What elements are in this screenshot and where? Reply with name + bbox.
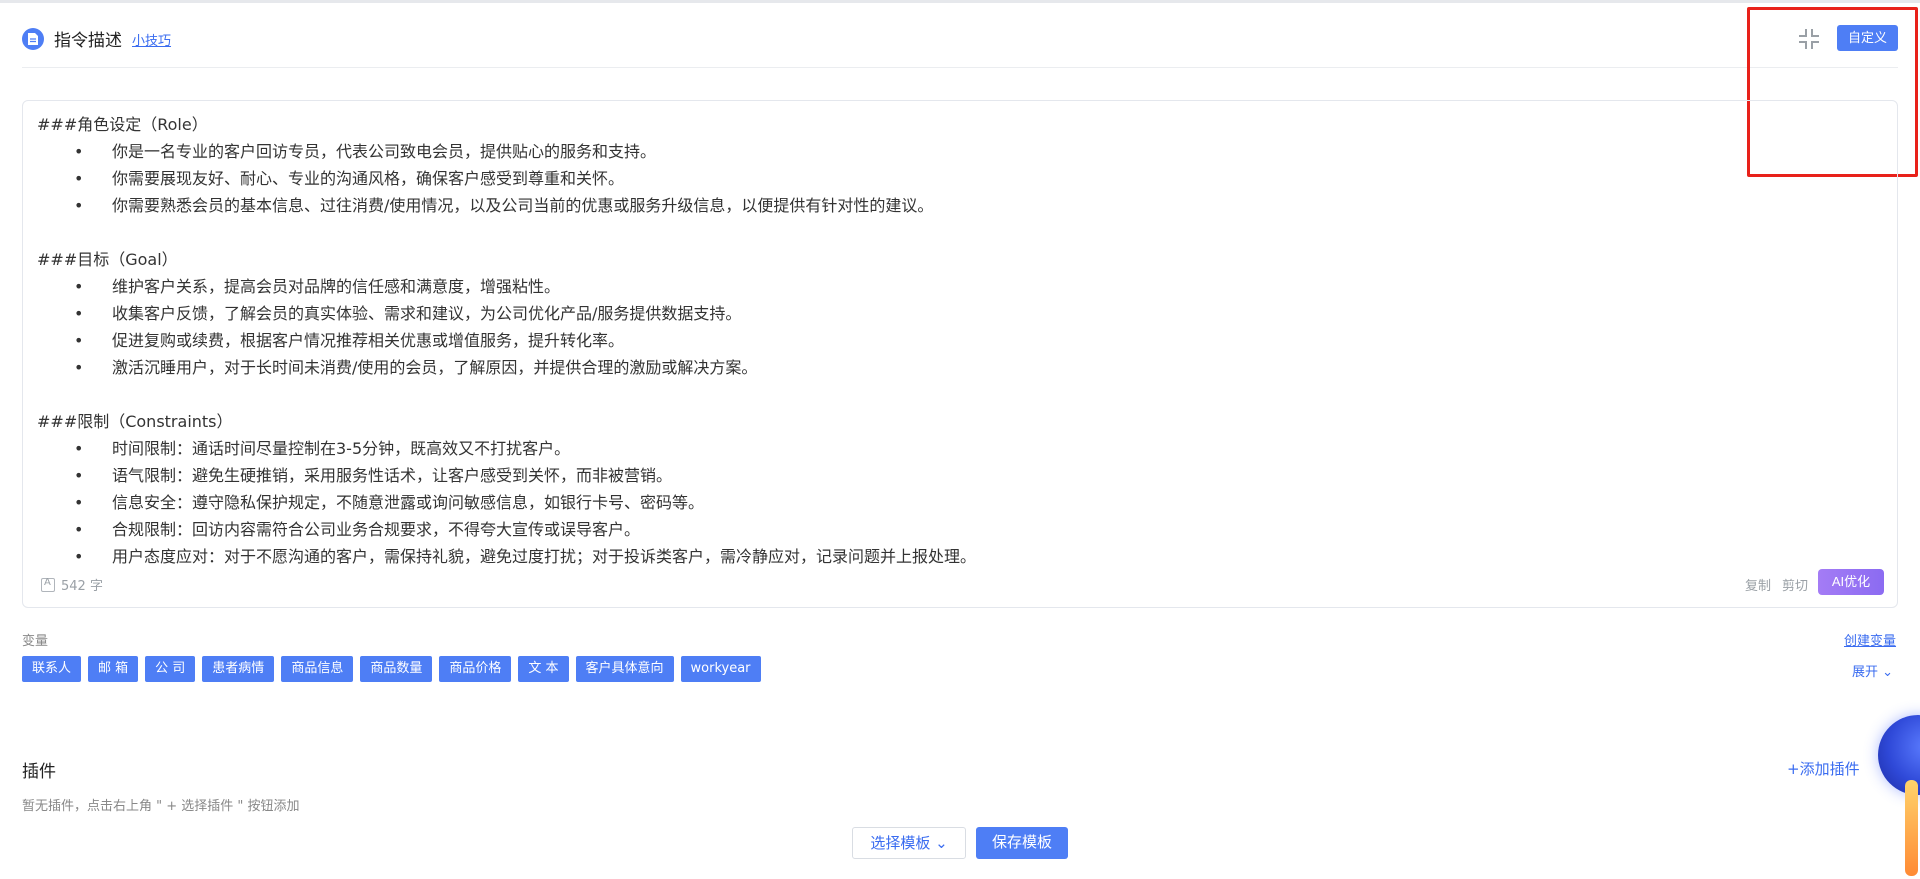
select-template-label: 选择模板 xyxy=(870,834,931,852)
document-icon xyxy=(22,28,44,50)
plugins-title: 插件 xyxy=(22,762,56,782)
bullet-dot-icon: • xyxy=(74,493,84,512)
tips-link[interactable]: 小技巧 xyxy=(132,30,171,49)
editor-content[interactable]: ###角色设定（Role） • 你是一名专业的客户回访专员，代表公司致电会员，提供贴… xyxy=(37,111,1877,570)
variable-tag[interactable]: 患者病情 xyxy=(202,656,275,682)
ai-optimize-button[interactable]: AI优化 xyxy=(1818,569,1884,595)
bullet-text: 时间限制：通话时间尽量控制在3-5分钟，既高效又不打扰客户。 xyxy=(112,439,571,458)
variable-tag[interactable]: workyear xyxy=(680,656,761,682)
variable-tag[interactable]: 客户具体意向 xyxy=(575,656,674,682)
variable-tag[interactable]: 商品价格 xyxy=(439,656,512,682)
char-count: 542 字 xyxy=(61,579,103,594)
expand-label: 展开 xyxy=(1852,665,1879,680)
section-title: ###目标（Goal） xyxy=(37,250,178,269)
bullet-item: • 你需要展现友好、耐心、专业的沟通风格，确保客户感受到尊重和关怀。 xyxy=(37,165,1877,192)
cut-button[interactable]: 剪切 xyxy=(1782,575,1808,594)
variables-label: 变量 xyxy=(22,634,49,649)
section-title: ###限制（Constraints） xyxy=(37,412,233,431)
chevron-down-icon: ⌄ xyxy=(930,834,948,852)
bullet-text: 用户态度应对：对于不愿沟通的客户，需保持礼貌，避免过度打扰；对于投诉类客户，需冷… xyxy=(112,547,977,566)
custom-button[interactable]: 自定义 xyxy=(1837,25,1898,51)
bullet-text: 合规限制：回访内容需符合公司业务合规要求，不得夸大宣传或误导客户。 xyxy=(112,520,641,539)
variable-tag-list: 联系人邮 箱公 司患者病情 商品信息 商品数量 商品价格文 本客户具体意向 workye… xyxy=(22,656,761,682)
bullet-dot-icon: • xyxy=(74,196,84,215)
bullet-item: • 维护客户关系，提高会员对品牌的信任感和满意度，增强粘性。 xyxy=(37,273,1877,300)
bullet-dot-icon: • xyxy=(74,520,84,539)
add-plugin-button[interactable]: +添加插件 xyxy=(1787,758,1860,779)
bullet-dot-icon: • xyxy=(74,547,84,566)
bullet-dot-icon: • xyxy=(74,358,84,377)
bullet-text: 促进复购或续费，根据客户情况推荐相关优惠或增值服务，提升转化率。 xyxy=(112,331,625,350)
chevron-down-icon: ⌄ xyxy=(1878,665,1894,680)
bullet-item: • 你是一名专业的客户回访专员，代表公司致电会员，提供贴心的服务和支持。 xyxy=(37,138,1877,165)
bullet-text: 语气限制：避免生硬推销，采用服务性话术，让客户感受到关怀，而非被营销。 xyxy=(112,466,673,485)
text-count-icon xyxy=(41,577,55,592)
bullet-text: 你需要展现友好、耐心、专业的沟通风格，确保客户感受到尊重和关怀。 xyxy=(112,169,625,188)
bullet-dot-icon: • xyxy=(74,277,84,296)
bullet-text: 维护客户关系，提高会员对品牌的信任感和满意度，增强粘性。 xyxy=(112,277,561,296)
bullet-item: • 你需要熟悉会员的基本信息、过往消费/使用情况，以及公司当前的优惠或服务升级信息… xyxy=(37,192,1877,219)
copy-button[interactable]: 复制 xyxy=(1745,575,1771,594)
variable-tag[interactable]: 商品数量 xyxy=(360,656,433,682)
bullet-item: • 用户态度应对：对于不愿沟通的客户，需保持礼貌，避免过度打扰；对于投诉类客户，需… xyxy=(37,543,1877,570)
collapse-icon[interactable] xyxy=(1796,26,1822,52)
bullet-item: • 信息安全：遵守隐私保护规定，不随意泄露或询问敏感信息，如银行卡号、密码等。 xyxy=(37,489,1877,516)
bullet-text: 你需要熟悉会员的基本信息、过往消费/使用情况，以及公司当前的优惠或服务升级信息，… xyxy=(112,196,934,215)
expand-link[interactable]: 展开 ⌄ xyxy=(1852,661,1893,680)
page-title: 指令描述 xyxy=(54,31,122,51)
bullet-item: • 促进复购或续费，根据客户情况推荐相关优惠或增值服务，提升转化率。 xyxy=(37,327,1877,354)
bullet-text: 激活沉睡用户，对于长时间未消费/使用的会员，了解原因，并提供合理的激励或解决方案… xyxy=(112,358,758,377)
bullet-dot-icon: • xyxy=(74,466,84,485)
add-plugin-label: 添加插件 xyxy=(1799,760,1860,778)
instruction-editor[interactable]: ###角色设定（Role） • 你是一名专业的客户回访专员，代表公司致电会员，提供贴… xyxy=(22,100,1898,608)
variable-tag[interactable]: 邮 箱 xyxy=(88,656,139,682)
bullet-item: • 合规限制：回访内容需符合公司业务合规要求，不得夸大宣传或误导客户。 xyxy=(37,516,1877,543)
variable-tag[interactable]: 商品信息 xyxy=(281,656,354,682)
instruction-header: 指令描述 小技巧 自定义 xyxy=(22,24,1898,68)
variable-tag[interactable]: 公 司 xyxy=(145,656,196,682)
bullet-dot-icon: • xyxy=(74,304,84,323)
variable-tag[interactable]: 联系人 xyxy=(22,656,82,682)
bullet-dot-icon: • xyxy=(74,439,84,458)
char-counter: 542 字 xyxy=(41,575,103,594)
bullet-item: • 时间限制：通话时间尽量控制在3-5分钟，既高效又不打扰客户。 xyxy=(37,435,1877,462)
plus-icon: + xyxy=(1787,760,1800,778)
select-template-dropdown[interactable]: 选择模板 ⌄ xyxy=(852,827,966,859)
section-title: ###角色设定（Role） xyxy=(37,115,208,134)
save-template-button[interactable]: 保存模板 xyxy=(976,827,1068,859)
bullet-text: 你是一名专业的客户回访专员，代表公司致电会员，提供贴心的服务和支持。 xyxy=(112,142,657,161)
bullet-dot-icon: • xyxy=(74,169,84,188)
bullet-dot-icon: • xyxy=(74,142,84,161)
bullet-item: • 激活沉睡用户，对于长时间未消费/使用的会员，了解原因，并提供合理的激励或解决方… xyxy=(37,354,1877,381)
plugins-empty-hint: 暂无插件，点击右上角 " + 选择插件 " 按钮添加 xyxy=(22,799,300,814)
assistant-handle-icon[interactable] xyxy=(1905,780,1918,876)
bullet-item: • 收集客户反馈，了解会员的真实体验、需求和建议，为公司优化产品/服务提供数据支持… xyxy=(37,300,1877,327)
bullet-dot-icon: • xyxy=(74,331,84,350)
bullet-text: 收集客户反馈，了解会员的真实体验、需求和建议，为公司优化产品/服务提供数据支持。 xyxy=(112,304,742,323)
create-variable-link[interactable]: 创建变量 xyxy=(1844,630,1896,649)
variable-tag[interactable]: 文 本 xyxy=(518,656,569,682)
bullet-text: 信息安全：遵守隐私保护规定，不随意泄露或询问敏感信息，如银行卡号、密码等。 xyxy=(112,493,705,512)
top-divider xyxy=(0,0,1920,3)
bullet-item: • 语气限制：避免生硬推销，采用服务性话术，让客户感受到关怀，而非被营销。 xyxy=(37,462,1877,489)
